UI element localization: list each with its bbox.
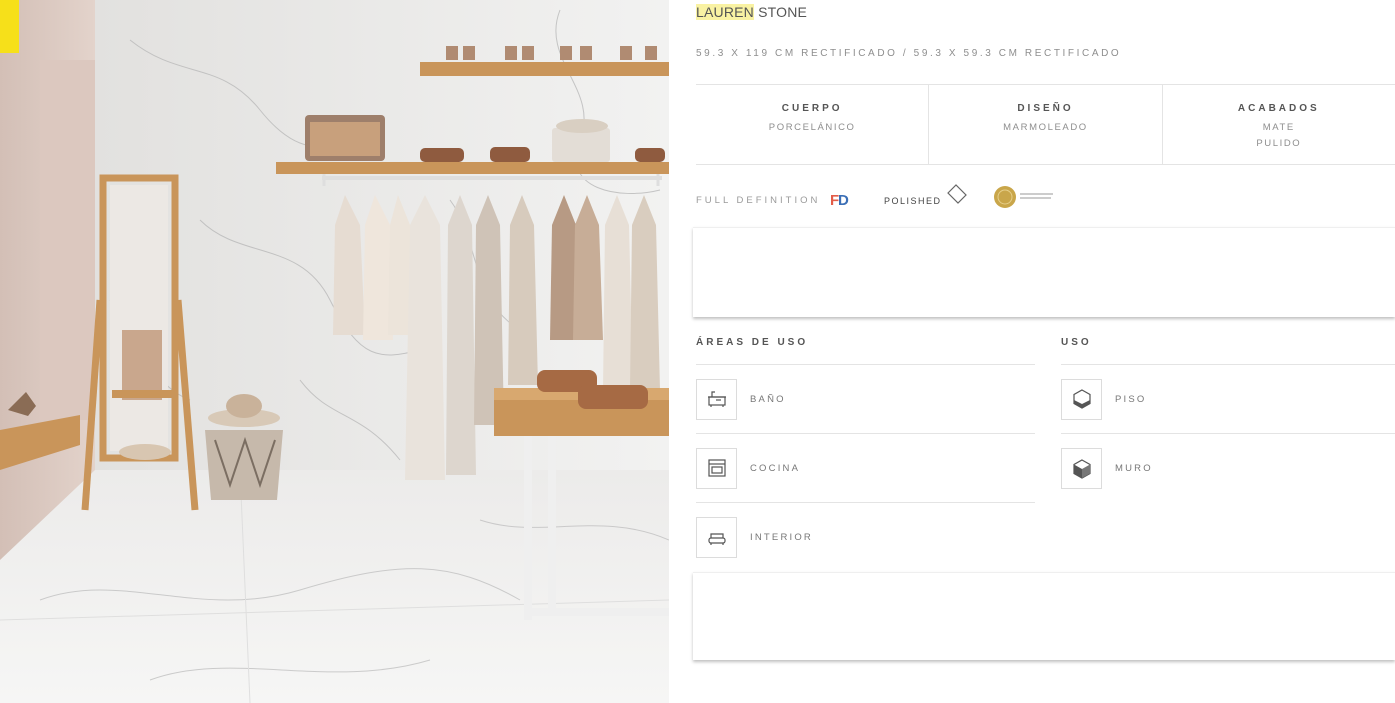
feature-badges: FULL DEFINITION F D POLISHED bbox=[696, 182, 1116, 212]
floor-cube-icon bbox=[1061, 378, 1102, 420]
fd-logo-icon: F D bbox=[830, 190, 854, 211]
product-title-highlight: LAUREN bbox=[696, 4, 754, 20]
usage-areas-heading: ÁREAS DE USO bbox=[696, 335, 1035, 365]
product-formats: 59.3 X 119 CM RECTIFICADO / 59.3 X 59.3 … bbox=[696, 48, 1122, 59]
wall-cube-icon bbox=[1061, 448, 1102, 489]
product-ambient-image bbox=[0, 0, 669, 703]
spec-heading: ACABADOS bbox=[1237, 103, 1320, 114]
usage-area-label: COCINA bbox=[750, 462, 801, 474]
polished-logo-icon: POLISHED bbox=[884, 184, 967, 206]
svg-text:D: D bbox=[838, 192, 852, 208]
spec-heading: DISEÑO bbox=[1017, 103, 1074, 114]
usage-type-muro: MURO bbox=[1061, 434, 1395, 503]
product-title: LAUREN STONE bbox=[696, 4, 807, 20]
usage-type-heading: USO bbox=[1061, 335, 1395, 365]
sofa-icon bbox=[696, 517, 737, 558]
polished-badge: POLISHED bbox=[884, 184, 968, 213]
spec-value: PORCELÁNICO bbox=[768, 122, 856, 133]
usage-area-cocina: COCINA bbox=[696, 434, 1035, 503]
usage-area-label: BAÑO bbox=[750, 393, 786, 405]
gold-seal-icon bbox=[994, 186, 1053, 208]
full-definition-label: FULL DEFINITION bbox=[696, 195, 821, 207]
info-card bbox=[693, 572, 1395, 660]
spec-value: MATE PULIDO bbox=[1163, 120, 1395, 152]
spec-heading: CUERPO bbox=[781, 103, 843, 114]
product-info-panel: LAUREN STONE 59.3 X 119 CM RECTIFICADO /… bbox=[669, 0, 1395, 703]
spec-cuerpo: CUERPO PORCELÁNICO bbox=[696, 85, 928, 164]
finish-mate: MATE bbox=[1262, 122, 1295, 133]
spec-acabados: ACABADOS MATE PULIDO bbox=[1161, 85, 1395, 164]
spec-table: CUERPO PORCELÁNICO DISEÑO MARMOLEADO ACA… bbox=[696, 84, 1395, 165]
full-definition-badge: FULL DEFINITION F D bbox=[696, 190, 854, 211]
usage-type-section: USO PISO MURO bbox=[1061, 335, 1395, 503]
spec-value: MARMOLEADO bbox=[1003, 122, 1088, 133]
usage-areas-section: ÁREAS DE USO BAÑO COCINA INTERIOR bbox=[696, 335, 1035, 572]
finish-pulido: PULIDO bbox=[1256, 138, 1302, 149]
info-card bbox=[693, 227, 1395, 317]
usage-area-label: INTERIOR bbox=[750, 532, 813, 543]
quality-seal-badge bbox=[993, 184, 1057, 215]
bathtub-icon bbox=[696, 378, 737, 420]
usage-type-label: MURO bbox=[1115, 463, 1153, 474]
usage-type-label: PISO bbox=[1115, 393, 1147, 405]
product-title-rest: STONE bbox=[754, 4, 808, 20]
usage-type-piso: PISO bbox=[1061, 365, 1395, 434]
store-scene-illustration bbox=[0, 0, 669, 703]
spec-diseno: DISEÑO MARMOLEADO bbox=[928, 85, 1161, 164]
usage-area-bano: BAÑO bbox=[696, 365, 1035, 434]
side-tab-marker[interactable] bbox=[0, 0, 19, 53]
oven-icon bbox=[696, 447, 737, 489]
usage-area-interior: INTERIOR bbox=[696, 503, 1035, 572]
polished-label: POLISHED bbox=[884, 196, 942, 206]
